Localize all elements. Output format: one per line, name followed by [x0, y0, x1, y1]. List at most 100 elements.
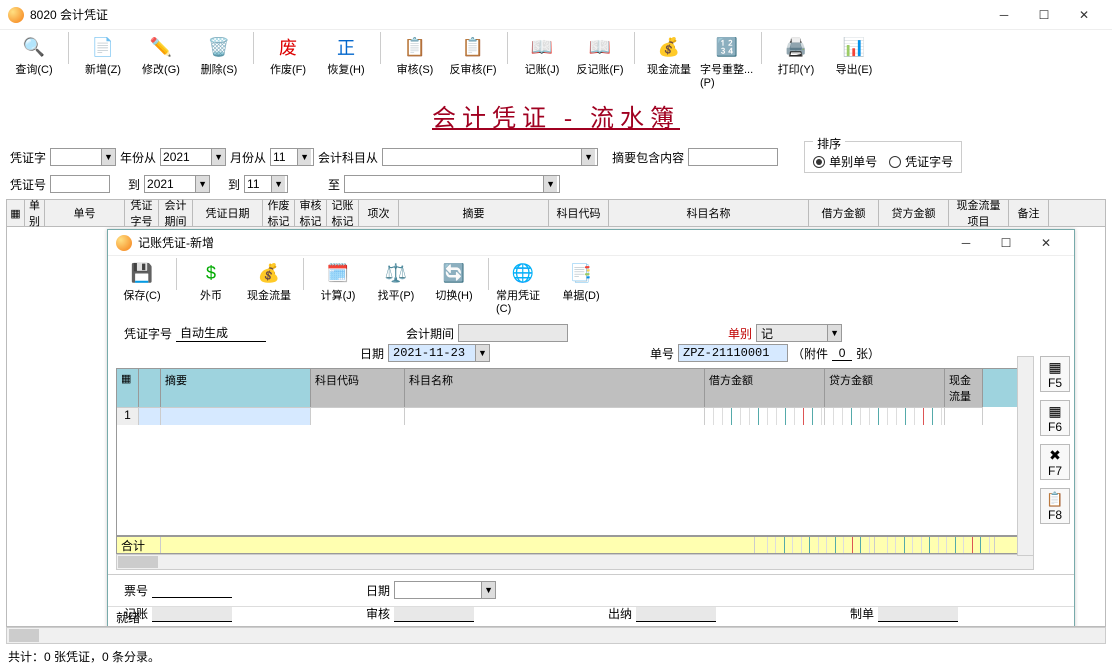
year-to-combo[interactable]: ▼ — [144, 175, 210, 193]
pzzh-value[interactable]: 自动生成 — [176, 324, 266, 342]
piaohao-input[interactable] — [152, 582, 232, 598]
audit-button[interactable]: 📋审核(S) — [387, 32, 443, 94]
bill-button[interactable]: 📑单据(D) — [553, 258, 609, 320]
total-row: 合计 — [116, 536, 1034, 554]
month-to-label: 到 — [228, 176, 240, 193]
inner-vscroll[interactable] — [1017, 356, 1034, 556]
page-title: 会计凭证 - 流水簿 — [0, 94, 1112, 139]
window-title: 8020 会计凭证 — [30, 6, 108, 23]
cell-subject-name[interactable] — [405, 407, 705, 425]
inner-minimize-button[interactable]: ─ — [946, 229, 986, 257]
common-button[interactable]: 🌐常用凭证(C) — [495, 258, 551, 320]
cell-debit[interactable] — [705, 407, 825, 425]
row-selector-header[interactable]: ▦ — [7, 200, 25, 226]
add-button[interactable]: 📄新增(Z) — [75, 32, 131, 94]
inner-column-header[interactable]: 科目代码 — [311, 369, 405, 407]
cell-summary[interactable] — [161, 407, 311, 425]
period-value[interactable] — [458, 324, 568, 342]
inner-maximize-button[interactable]: ☐ — [986, 229, 1026, 257]
switch-button[interactable]: 🔄切换(H) — [426, 258, 482, 320]
inner-close-button[interactable]: ✕ — [1026, 229, 1066, 257]
column-header[interactable]: 项次 — [359, 200, 399, 226]
print-button[interactable]: 🖨️打印(Y) — [768, 32, 824, 94]
inner-toolbar: 💾保存(C)$外币💰现金流量🗓️计算(J)⚖️找平(P)🔄切换(H)🌐常用凭证(… — [108, 256, 1074, 322]
cell-credit[interactable] — [825, 407, 945, 425]
riqi-combo[interactable]: ▼ — [394, 581, 496, 599]
column-header[interactable]: 单号 — [45, 200, 125, 226]
column-header[interactable]: 作废标记 — [263, 200, 295, 226]
month-to-combo[interactable]: ▼ — [244, 175, 288, 193]
column-header[interactable]: 科目名称 — [609, 200, 809, 226]
inner-column-header[interactable]: 贷方金额 — [825, 369, 945, 407]
month-from-combo[interactable]: ▼ — [270, 148, 314, 166]
cashflow-button[interactable]: 💰现金流量 — [641, 32, 697, 94]
inner-status: 就绪 — [108, 606, 1074, 627]
side-button-f8[interactable]: 📋F8 — [1040, 488, 1070, 524]
pzzh-label: 凭证字号 — [124, 325, 172, 342]
main-hscroll[interactable] — [6, 627, 1106, 644]
unaudit-button[interactable]: 📋反审核(F) — [445, 32, 501, 94]
inner-column-header[interactable]: 借方金额 — [705, 369, 825, 407]
column-header[interactable]: 贷方金额 — [879, 200, 949, 226]
inner-window-title: 记账凭证-新增 — [138, 234, 214, 251]
minimize-button[interactable]: ─ — [984, 1, 1024, 29]
export-button[interactable]: 📊导出(E) — [826, 32, 882, 94]
currency-button[interactable]: $外币 — [183, 258, 239, 320]
summary-input[interactable] — [688, 148, 778, 166]
balance-button[interactable]: ⚖️找平(P) — [368, 258, 424, 320]
unpost-button[interactable]: 📖反记账(F) — [572, 32, 628, 94]
cell-cashflow[interactable] — [945, 407, 983, 425]
column-header[interactable]: 备注 — [1009, 200, 1049, 226]
column-header[interactable]: 凭证日期 — [193, 200, 263, 226]
side-button-f6[interactable]: ▦F6 — [1040, 400, 1070, 436]
pzz-combo[interactable]: ▼ — [50, 148, 116, 166]
inner-column-header[interactable]: 摘要 — [161, 369, 311, 407]
column-header[interactable]: 凭证字号 — [125, 200, 159, 226]
row-number[interactable]: 1 — [117, 407, 139, 425]
inner-hscroll[interactable] — [116, 554, 1034, 570]
calc-button[interactable]: 🗓️计算(J) — [310, 258, 366, 320]
side-button-f7[interactable]: ✖F7 — [1040, 444, 1070, 480]
attach-value[interactable]: 0 — [832, 346, 852, 361]
query-button[interactable]: 🔍查询(C) — [6, 32, 62, 94]
column-header[interactable]: 会计期间 — [159, 200, 193, 226]
inner-column-header[interactable]: 科目名称 — [405, 369, 705, 407]
column-header[interactable]: 现金流量项目 — [949, 200, 1009, 226]
period-label: 会计期间 — [406, 325, 454, 342]
sort-group-title: 排序 — [813, 137, 845, 151]
main-toolbar: 🔍查询(C)📄新增(Z)✏️修改(G)🗑️删除(S)废作废(F)正恢复(H)📋审… — [0, 30, 1112, 94]
year-from-combo[interactable]: ▼ — [160, 148, 226, 166]
year-to-label: 到 — [128, 176, 140, 193]
column-header[interactable]: 审核标记 — [295, 200, 327, 226]
cell-subject-code[interactable] — [311, 407, 405, 425]
danbie-combo[interactable]: 记▼ — [756, 324, 842, 342]
inner-app-icon — [116, 235, 132, 251]
subject-from-combo[interactable]: ▼ — [382, 148, 598, 166]
grid-body: 记账凭证-新增 ─ ☐ ✕ 💾保存(C)$外币💰现金流量🗓️计算(J)⚖️找平(… — [6, 227, 1106, 627]
restore-button[interactable]: 正恢复(H) — [318, 32, 374, 94]
close-button[interactable]: ✕ — [1064, 1, 1104, 29]
inner-column-header[interactable]: 现金流量 — [945, 369, 983, 407]
column-header[interactable]: 摘要 — [399, 200, 549, 226]
save-button[interactable]: 💾保存(C) — [114, 258, 170, 320]
delete-button[interactable]: 🗑️删除(S) — [191, 32, 247, 94]
app-icon — [8, 7, 24, 23]
void-button[interactable]: 废作废(F) — [260, 32, 316, 94]
column-header[interactable]: 借方金额 — [809, 200, 879, 226]
post-button[interactable]: 📖记账(J) — [514, 32, 570, 94]
pzh-input[interactable] — [50, 175, 110, 193]
cashflow-button[interactable]: 💰现金流量 — [241, 258, 297, 320]
subject-from-label: 会计科目从 — [318, 149, 378, 166]
sort-opt1[interactable]: 单别单号 — [813, 153, 877, 170]
edit-button[interactable]: ✏️修改(G) — [133, 32, 189, 94]
side-button-f5[interactable]: ▦F5 — [1040, 356, 1070, 392]
column-header[interactable]: 科目代码 — [549, 200, 609, 226]
renumber-button[interactable]: 🔢字号重整...(P) — [699, 32, 755, 94]
subject-to-combo[interactable]: ▼ — [344, 175, 560, 193]
sort-opt2[interactable]: 凭证字号 — [889, 153, 953, 170]
column-header[interactable]: 单别 — [25, 200, 45, 226]
maximize-button[interactable]: ☐ — [1024, 1, 1064, 29]
column-header[interactable]: 记账标记 — [327, 200, 359, 226]
date-combo[interactable]: 2021-11-23▼ — [388, 344, 490, 362]
pzz-label: 凭证字 — [10, 149, 46, 166]
